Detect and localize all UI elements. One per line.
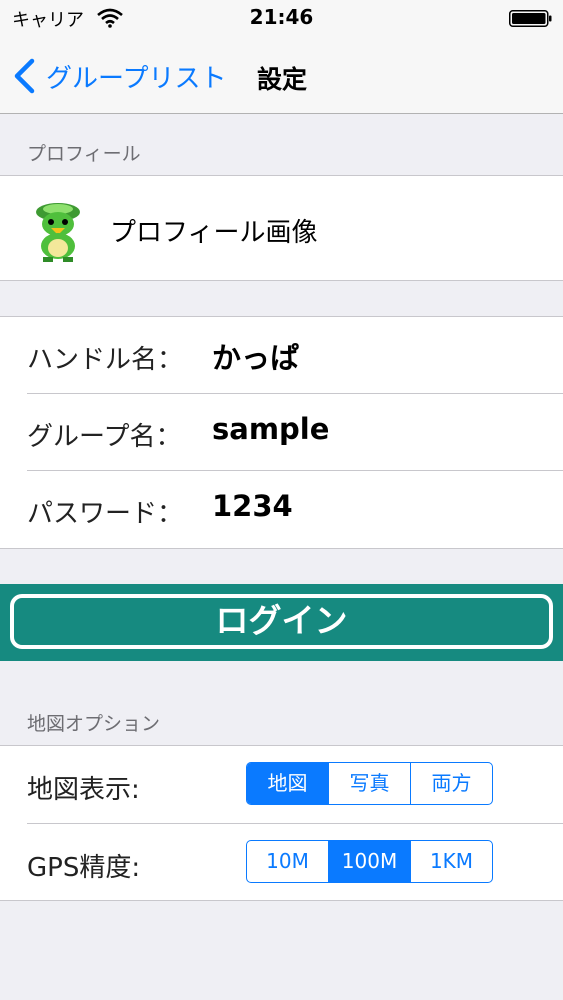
battery-icon: [509, 10, 552, 27]
page-title: 設定: [257, 65, 308, 94]
login-button[interactable]: ログイン: [10, 594, 553, 649]
map-options-section-header: 地図オプション: [27, 713, 161, 735]
handle-name-value: かっぱ: [212, 341, 300, 375]
password-row[interactable]: パスワード： 1234: [0, 471, 563, 548]
gps-accuracy-row: GPS精度: 10M 100M 1KM: [0, 824, 563, 902]
map-options-group: 地図表示: 地図 写真 両方 GPS精度: 10M 100M 1KM: [0, 745, 563, 901]
password-label: パスワード：: [27, 499, 184, 529]
gps-accuracy-option-100m[interactable]: 100M: [328, 841, 410, 882]
back-button[interactable]: グループリスト: [12, 56, 226, 96]
profile-image-row[interactable]: プロフィール画像: [0, 175, 563, 281]
back-label: グループリスト: [46, 63, 227, 94]
status-time: 21:46: [249, 5, 314, 29]
map-display-label: 地図表示:: [27, 775, 140, 805]
back-chevron-icon: [14, 58, 35, 94]
map-display-row: 地図表示: 地図 写真 両方: [0, 746, 563, 824]
group-name-row[interactable]: グループ名： sample: [0, 394, 563, 471]
gps-accuracy-option-1km[interactable]: 1KM: [410, 841, 492, 882]
status-bar: キャリア 21:46: [0, 0, 563, 38]
map-display-segmented-control: 地図 写真 両方: [246, 762, 493, 805]
password-value: 1234: [212, 489, 293, 523]
group-name-value: sample: [212, 412, 330, 446]
handle-name-row[interactable]: ハンドル名： かっぱ: [0, 317, 563, 394]
kappa-avatar: [36, 203, 80, 262]
account-info-group: ハンドル名： かっぱ グループ名： sample パスワード： 1234: [0, 316, 563, 549]
map-display-option-map[interactable]: 地図: [247, 763, 328, 804]
group-name-label: グループ名：: [27, 422, 182, 452]
map-display-option-both[interactable]: 両方: [410, 763, 492, 804]
gps-accuracy-label: GPS精度:: [27, 853, 141, 883]
profile-image-label: プロフィール画像: [110, 218, 318, 248]
handle-name-label: ハンドル名：: [27, 345, 184, 375]
navigation-bar: グループリスト 設定: [0, 38, 563, 114]
gps-accuracy-segmented-control: 10M 100M 1KM: [246, 840, 493, 883]
gps-accuracy-option-10m[interactable]: 10M: [247, 841, 328, 882]
map-display-option-photo[interactable]: 写真: [328, 763, 410, 804]
profile-section-header: プロフィール: [27, 143, 141, 165]
login-bar: ログイン: [0, 584, 563, 661]
